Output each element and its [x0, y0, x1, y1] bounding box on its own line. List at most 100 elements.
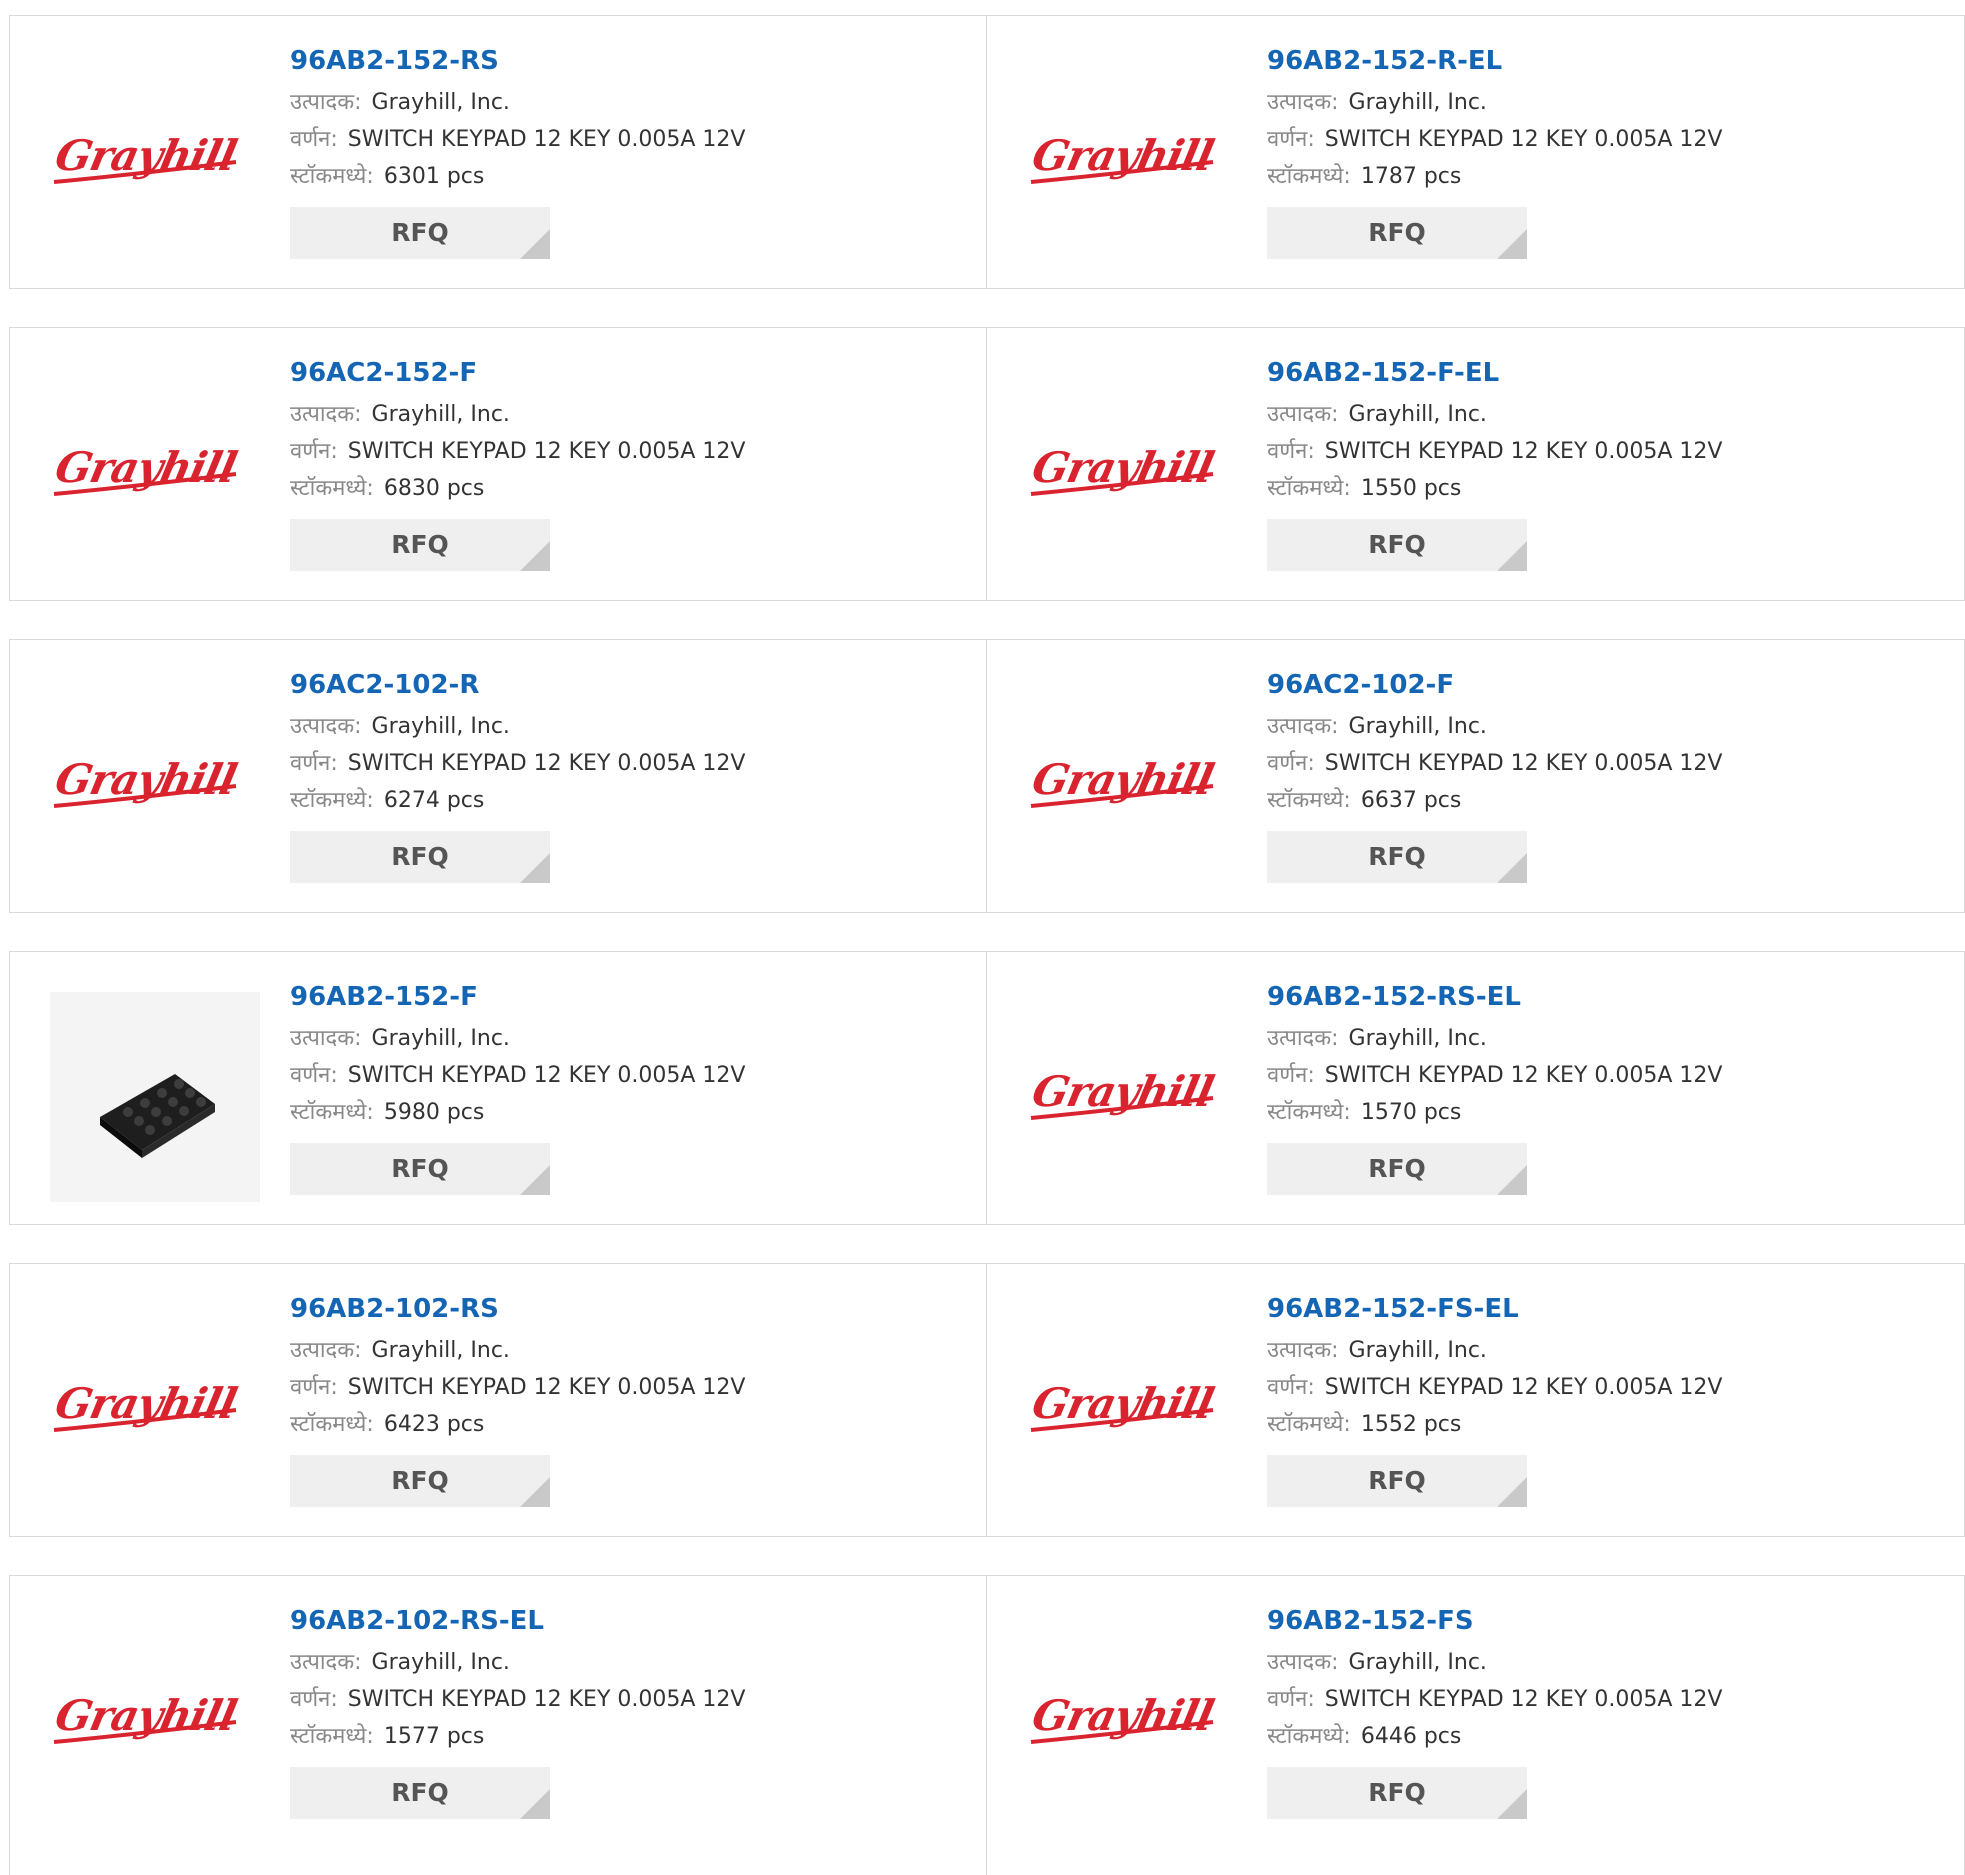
stock-value: 6637 pcs	[1360, 788, 1462, 813]
stock-line: स्टॉकमध्ये: 5980 pcs	[290, 1094, 745, 1131]
manufacturer-line: उत्पादक: Grayhill, Inc.	[1267, 708, 1722, 745]
stock-line: स्टॉकमध्ये: 1552 pcs	[1267, 1406, 1722, 1443]
description-value: SWITCH KEYPAD 12 KEY 0.005A 12V	[347, 1375, 746, 1400]
part-number-link[interactable]: 96AC2-152-F	[290, 356, 745, 396]
grayhill-logo[interactable]: Grayhill	[1025, 1688, 1235, 1758]
rfq-button[interactable]: RFQ	[290, 1455, 550, 1507]
grayhill-logo-svg: Grayhill	[51, 1379, 242, 1432]
logo-text: Grayhill	[51, 1379, 242, 1428]
part-number-link[interactable]: 96AB2-102-RS-EL	[290, 1604, 745, 1644]
description-label: वर्णन:	[1267, 1375, 1315, 1400]
corner-triangle-icon	[520, 1165, 550, 1195]
description-line: वर्णन: SWITCH KEYPAD 12 KEY 0.005A 12V	[1267, 1681, 1722, 1718]
description-value: SWITCH KEYPAD 12 KEY 0.005A 12V	[1324, 1063, 1723, 1088]
product-card: 96AB2-152-F उत्पादक: Grayhill, Inc. वर्णन…	[9, 951, 987, 1225]
description-label: वर्णन:	[290, 127, 338, 152]
logo-text: Grayhill	[51, 1691, 242, 1740]
rfq-button[interactable]: RFQ	[1267, 1767, 1527, 1819]
grayhill-logo[interactable]: Grayhill	[1025, 1376, 1235, 1446]
product-row: Grayhill 96AB2-102-RS उत्पादक: Grayhill, …	[9, 1263, 1965, 1537]
stock-label: स्टॉकमध्ये:	[1267, 476, 1351, 501]
rfq-button[interactable]: RFQ	[1267, 207, 1527, 259]
part-number-link[interactable]: 96AB2-152-F-EL	[1267, 356, 1722, 396]
product-row: Grayhill 96AB2-152-RS उत्पादक: Grayhill, …	[9, 15, 1965, 289]
manufacturer-value: Grayhill, Inc.	[1348, 402, 1487, 427]
manufacturer-label: उत्पादक:	[1267, 90, 1339, 115]
rfq-button[interactable]: RFQ	[290, 1767, 550, 1819]
manufacturer-label: उत्पादक:	[1267, 402, 1339, 427]
manufacturer-line: उत्पादक: Grayhill, Inc.	[1267, 396, 1722, 433]
grayhill-logo-svg: Grayhill	[51, 443, 241, 496]
grayhill-logo[interactable]: Grayhill	[1025, 128, 1235, 198]
stock-value: 1787 pcs	[1360, 164, 1462, 189]
logo-text: Grayhill	[1028, 1067, 1219, 1116]
part-number-link[interactable]: 96AB2-152-R-EL	[1267, 44, 1722, 84]
grayhill-logo[interactable]: Grayhill	[48, 752, 258, 822]
description-label: वर्णन:	[290, 1375, 338, 1400]
logo-text: Grayhill	[1028, 1379, 1219, 1428]
product-row: Grayhill 96AC2-102-R उत्पादक: Grayhill, I…	[9, 639, 1965, 913]
stock-label: स्टॉकमध्ये:	[1267, 1412, 1351, 1437]
part-number-link[interactable]: 96AB2-152-FS	[1267, 1604, 1722, 1644]
description-label: वर्णन:	[1267, 1687, 1315, 1712]
rfq-label: RFQ	[391, 530, 449, 559]
corner-triangle-icon	[520, 853, 550, 883]
manufacturer-line: उत्पादक: Grayhill, Inc.	[290, 1332, 745, 1369]
manufacturer-value: Grayhill, Inc.	[1348, 1338, 1487, 1363]
rfq-button[interactable]: RFQ	[1267, 519, 1527, 571]
description-line: वर्णन: SWITCH KEYPAD 12 KEY 0.005A 12V	[1267, 433, 1722, 470]
part-number-link[interactable]: 96AC2-102-R	[290, 668, 745, 708]
part-number-link[interactable]: 96AB2-152-F	[290, 980, 745, 1020]
description-line: वर्णन: SWITCH KEYPAD 12 KEY 0.005A 12V	[1267, 1369, 1722, 1406]
grayhill-logo-svg: Grayhill	[51, 131, 241, 184]
stock-label: स्टॉकमध्ये:	[1267, 1100, 1351, 1125]
description-label: वर्णन:	[290, 439, 338, 464]
stock-label: स्टॉकमध्ये:	[290, 1100, 374, 1125]
part-number-link[interactable]: 96AB2-102-RS	[290, 1292, 745, 1332]
stock-value: 1577 pcs	[383, 1724, 485, 1749]
rfq-button[interactable]: RFQ	[290, 519, 550, 571]
rfq-button[interactable]: RFQ	[1267, 831, 1527, 883]
rfq-button[interactable]: RFQ	[290, 1143, 550, 1195]
corner-triangle-icon	[1497, 229, 1527, 259]
rfq-button[interactable]: RFQ	[1267, 1455, 1527, 1507]
rfq-label: RFQ	[391, 1154, 449, 1183]
grayhill-logo[interactable]: Grayhill	[1025, 752, 1235, 822]
part-number-link[interactable]: 96AC2-102-F	[1267, 668, 1722, 708]
part-number-link[interactable]: 96AB2-152-RS-EL	[1267, 980, 1722, 1020]
manufacturer-label: उत्पादक:	[1267, 1338, 1339, 1363]
manufacturer-label: उत्पादक:	[1267, 1026, 1339, 1051]
part-number-link[interactable]: 96AB2-152-FS-EL	[1267, 1292, 1722, 1332]
part-number-link[interactable]: 96AB2-152-RS	[290, 44, 745, 84]
product-info: 96AB2-152-FS-EL उत्पादक: Grayhill, Inc. व…	[1267, 1292, 1722, 1507]
manufacturer-label: उत्पादक:	[290, 1338, 362, 1363]
product-info: 96AB2-152-R-EL उत्पादक: Grayhill, Inc. वर…	[1267, 44, 1722, 259]
rfq-label: RFQ	[391, 1466, 449, 1495]
rfq-button[interactable]: RFQ	[290, 207, 550, 259]
description-label: वर्णन:	[1267, 1063, 1315, 1088]
product-info: 96AB2-152-RS उत्पादक: Grayhill, Inc. वर्ण…	[290, 44, 745, 259]
description-label: वर्णन:	[1267, 439, 1315, 464]
rfq-button[interactable]: RFQ	[290, 831, 550, 883]
rfq-label: RFQ	[1368, 1154, 1426, 1183]
manufacturer-line: उत्पादक: Grayhill, Inc.	[290, 84, 745, 121]
grayhill-logo[interactable]: Grayhill	[48, 1376, 258, 1446]
manufacturer-label: उत्पादक:	[1267, 714, 1339, 739]
keypad-photo[interactable]	[50, 992, 260, 1202]
stock-value: 1550 pcs	[1360, 476, 1462, 501]
rfq-button[interactable]: RFQ	[1267, 1143, 1527, 1195]
grayhill-logo[interactable]: Grayhill	[1025, 440, 1235, 510]
product-info: 96AB2-102-RS-EL उत्पादक: Grayhill, Inc. व…	[290, 1604, 745, 1819]
corner-triangle-icon	[1497, 1165, 1527, 1195]
grayhill-logo[interactable]: Grayhill	[48, 1688, 258, 1758]
stock-value: 5980 pcs	[383, 1100, 485, 1125]
grayhill-logo[interactable]: Grayhill	[1025, 1064, 1235, 1134]
product-card: Grayhill 96AB2-152-FS उत्पादक: Grayhill, …	[987, 1575, 1965, 1875]
description-value: SWITCH KEYPAD 12 KEY 0.005A 12V	[347, 439, 746, 464]
product-card: Grayhill 96AC2-102-F उत्पादक: Grayhill, I…	[987, 639, 1965, 913]
stock-label: स्टॉकमध्ये:	[290, 1724, 374, 1749]
description-label: वर्णन:	[290, 1687, 338, 1712]
description-label: वर्णन:	[290, 751, 338, 776]
grayhill-logo[interactable]: Grayhill	[48, 128, 258, 198]
grayhill-logo[interactable]: Grayhill	[48, 440, 258, 510]
